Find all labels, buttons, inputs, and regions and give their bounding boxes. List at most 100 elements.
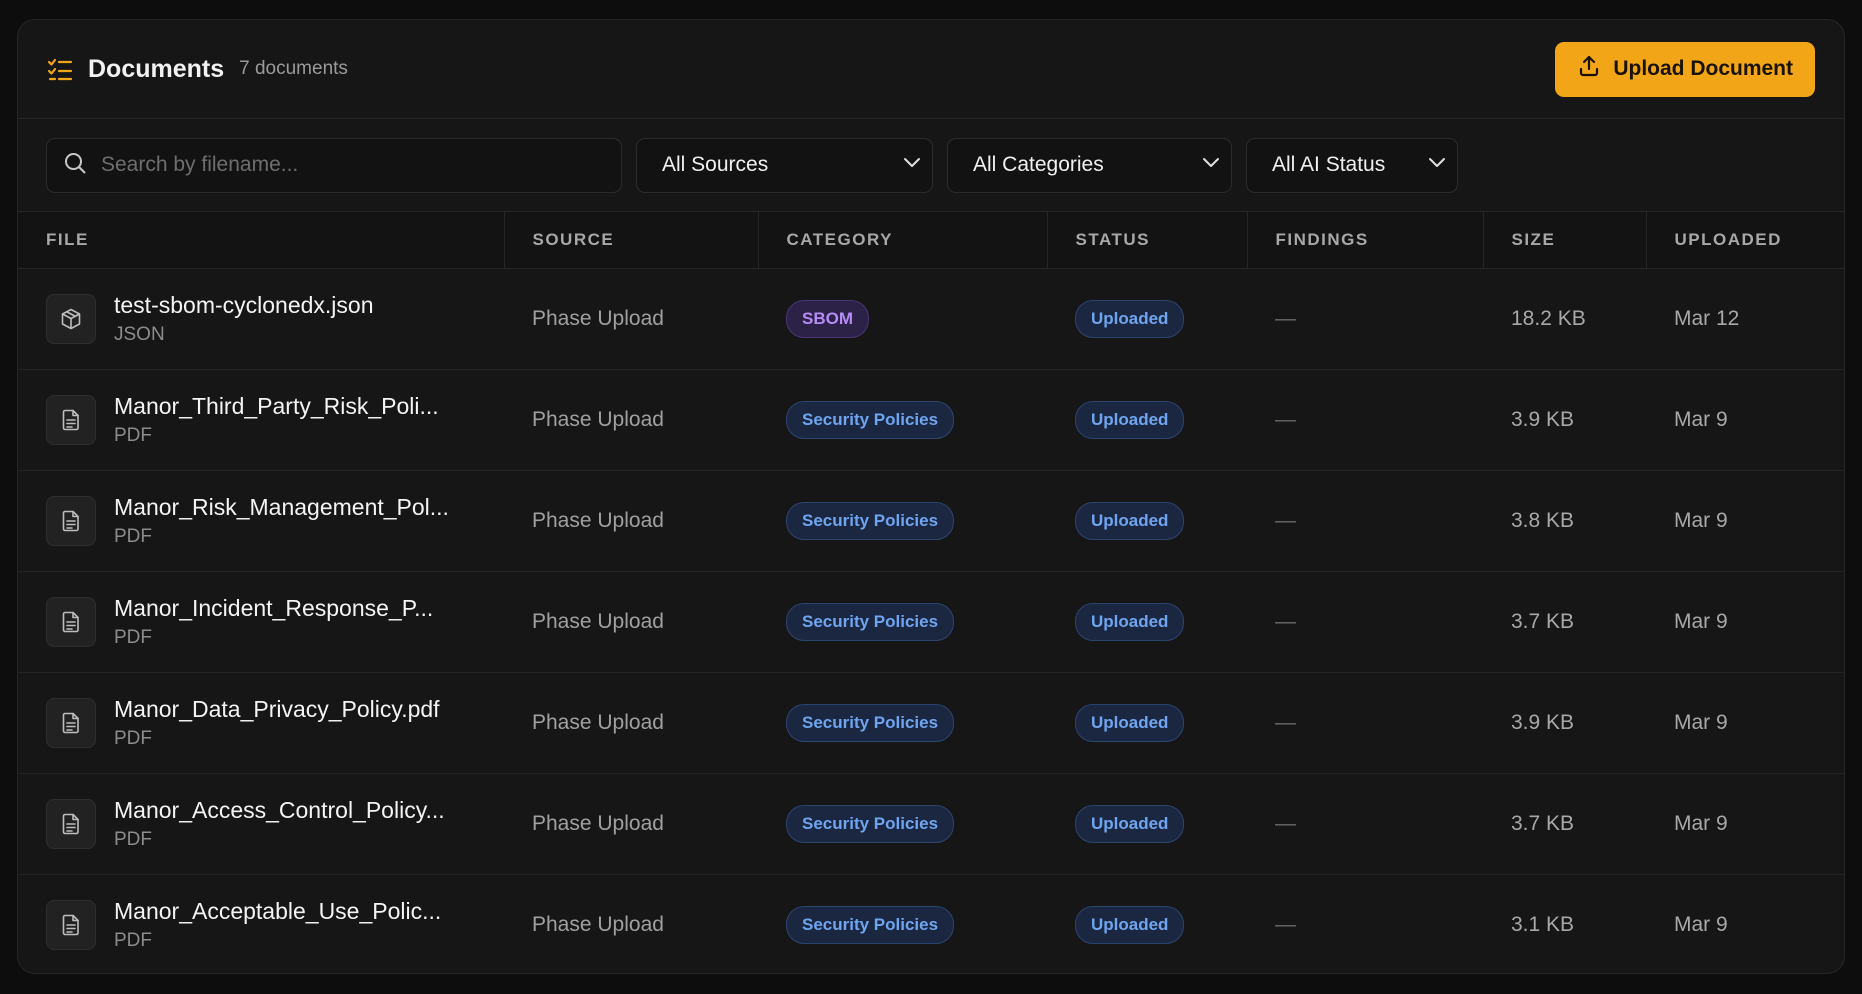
column-header-findings[interactable]: FINDINGS <box>1247 212 1484 269</box>
file-name[interactable]: Manor_Acceptable_Use_Polic... <box>114 898 441 925</box>
table-row[interactable]: Manor_Risk_Management_Pol... PDF Phase U… <box>18 470 1844 571</box>
chevron-down-icon <box>1199 150 1223 180</box>
search-input[interactable] <box>101 153 605 177</box>
chevron-down-icon <box>1425 150 1449 180</box>
file-type: PDF <box>114 727 152 749</box>
status-badge: Uploaded <box>1075 703 1185 742</box>
file-cell: Manor_Acceptable_Use_Polic... PDF <box>18 874 504 973</box>
documents-table: FILE SOURCE CATEGORY STATUS FINDINGS SIZ… <box>18 212 1844 973</box>
file-text: Manor_Acceptable_Use_Polic... PDF <box>114 898 441 952</box>
size-cell: 3.9 KB <box>1511 710 1575 734</box>
source-cell: Phase Upload <box>532 912 664 936</box>
file-type: PDF <box>114 424 152 446</box>
table-row[interactable]: Manor_Access_Control_Policy... PDF Phase… <box>18 773 1844 874</box>
filter-toolbar: All Sources All Categories All AI Status <box>18 119 1844 212</box>
upload-icon <box>1577 54 1601 84</box>
findings-cell: — <box>1275 912 1296 936</box>
table-row[interactable]: Manor_Third_Party_Risk_Poli... PDF Phase… <box>18 369 1844 470</box>
column-header-status[interactable]: STATUS <box>1047 212 1248 269</box>
column-header-source[interactable]: SOURCE <box>504 212 759 269</box>
uploaded-cell: Mar 9 <box>1674 912 1728 936</box>
search-icon <box>63 151 87 180</box>
table-row[interactable]: Manor_Incident_Response_P... PDF Phase U… <box>18 571 1844 672</box>
column-header-size[interactable]: SIZE <box>1483 212 1647 269</box>
checklist-icon <box>47 56 73 82</box>
status-badge: Uploaded <box>1075 400 1185 439</box>
file-cell: Manor_Data_Privacy_Policy.pdf PDF <box>18 672 504 773</box>
category-badge: Security Policies <box>786 804 955 843</box>
source-cell: Phase Upload <box>532 609 664 633</box>
document-icon <box>46 495 96 546</box>
uploaded-cell: Mar 9 <box>1674 407 1728 431</box>
source-cell: Phase Upload <box>532 710 664 734</box>
category-cell: SBOM <box>758 268 1047 369</box>
file-name[interactable]: Manor_Data_Privacy_Policy.pdf <box>114 696 440 723</box>
file-name[interactable]: Manor_Incident_Response_P... <box>114 595 433 622</box>
status-badge: Uploaded <box>1075 602 1185 641</box>
file-text: Manor_Third_Party_Risk_Poli... PDF <box>114 393 439 447</box>
search-box <box>46 137 622 193</box>
size-cell: 3.7 KB <box>1511 609 1575 633</box>
size-cell: 3.7 KB <box>1511 811 1575 835</box>
ai-status-filter-value: All AI Status <box>1272 153 1386 176</box>
file-text: Manor_Incident_Response_P... PDF <box>114 595 433 649</box>
source-cell: Phase Upload <box>532 811 664 835</box>
status-cell: Uploaded <box>1047 268 1247 369</box>
category-badge: SBOM <box>786 299 869 338</box>
upload-document-button[interactable]: Upload Document <box>1555 41 1815 97</box>
findings-cell: — <box>1275 508 1296 532</box>
status-cell: Uploaded <box>1047 874 1247 973</box>
file-cell: Manor_Incident_Response_P... PDF <box>18 571 504 672</box>
table-row[interactable]: test-sbom-cyclonedx.json JSON Phase Uplo… <box>18 268 1844 369</box>
file-info: Manor_Acceptable_Use_Polic... PDF <box>46 898 504 952</box>
category-badge: Security Policies <box>786 905 955 944</box>
column-header-uploaded[interactable]: UPLOADED <box>1646 212 1844 269</box>
column-header-category[interactable]: CATEGORY <box>758 212 1048 269</box>
status-badge: Uploaded <box>1075 804 1185 843</box>
status-cell: Uploaded <box>1047 369 1247 470</box>
source-filter-select[interactable]: All Sources <box>636 137 933 193</box>
source-cell: Phase Upload <box>532 407 664 431</box>
uploaded-cell: Mar 12 <box>1674 306 1740 330</box>
file-name[interactable]: test-sbom-cyclonedx.json <box>114 292 374 319</box>
file-text: test-sbom-cyclonedx.json JSON <box>114 292 374 346</box>
table-row[interactable]: Manor_Acceptable_Use_Polic... PDF Phase … <box>18 874 1844 973</box>
table-row[interactable]: Manor_Data_Privacy_Policy.pdf PDF Phase … <box>18 672 1844 773</box>
file-cell: test-sbom-cyclonedx.json JSON <box>18 268 504 369</box>
status-badge: Uploaded <box>1075 905 1185 944</box>
status-badge: Uploaded <box>1075 299 1185 338</box>
table-header-row: FILE SOURCE CATEGORY STATUS FINDINGS SIZ… <box>18 212 1844 269</box>
size-cell: 18.2 KB <box>1511 306 1586 330</box>
findings-cell: — <box>1275 811 1296 835</box>
category-filter-select[interactable]: All Categories <box>947 137 1232 193</box>
findings-cell: — <box>1275 306 1296 330</box>
column-header-file[interactable]: FILE <box>18 212 505 269</box>
ai-status-filter-select[interactable]: All AI Status <box>1246 137 1458 193</box>
size-cell: 3.1 KB <box>1511 912 1575 936</box>
findings-cell: — <box>1275 710 1296 734</box>
size-cell: 3.9 KB <box>1511 407 1575 431</box>
chevron-down-icon <box>900 150 924 180</box>
status-cell: Uploaded <box>1047 470 1247 571</box>
file-name[interactable]: Manor_Access_Control_Policy... <box>114 797 445 824</box>
document-count: 7 documents <box>239 58 348 79</box>
file-name[interactable]: Manor_Third_Party_Risk_Poli... <box>114 393 439 420</box>
status-cell: Uploaded <box>1047 672 1247 773</box>
file-type: JSON <box>114 323 165 345</box>
document-icon <box>46 899 96 950</box>
panel-header: Documents 7 documents Upload Document <box>18 20 1844 119</box>
page-title: Documents <box>88 54 225 83</box>
file-name[interactable]: Manor_Risk_Management_Pol... <box>114 494 449 521</box>
file-cell: Manor_Access_Control_Policy... PDF <box>18 773 504 874</box>
file-cell: Manor_Third_Party_Risk_Poli... PDF <box>18 369 504 470</box>
source-filter-value: All Sources <box>662 153 769 176</box>
uploaded-cell: Mar 9 <box>1674 811 1728 835</box>
uploaded-cell: Mar 9 <box>1674 609 1728 633</box>
document-icon <box>46 596 96 647</box>
size-cell: 3.8 KB <box>1511 508 1575 532</box>
package-icon <box>46 293 96 344</box>
category-badge: Security Policies <box>786 400 955 439</box>
category-cell: Security Policies <box>758 369 1047 470</box>
category-cell: Security Policies <box>758 672 1047 773</box>
category-badge: Security Policies <box>786 501 955 540</box>
